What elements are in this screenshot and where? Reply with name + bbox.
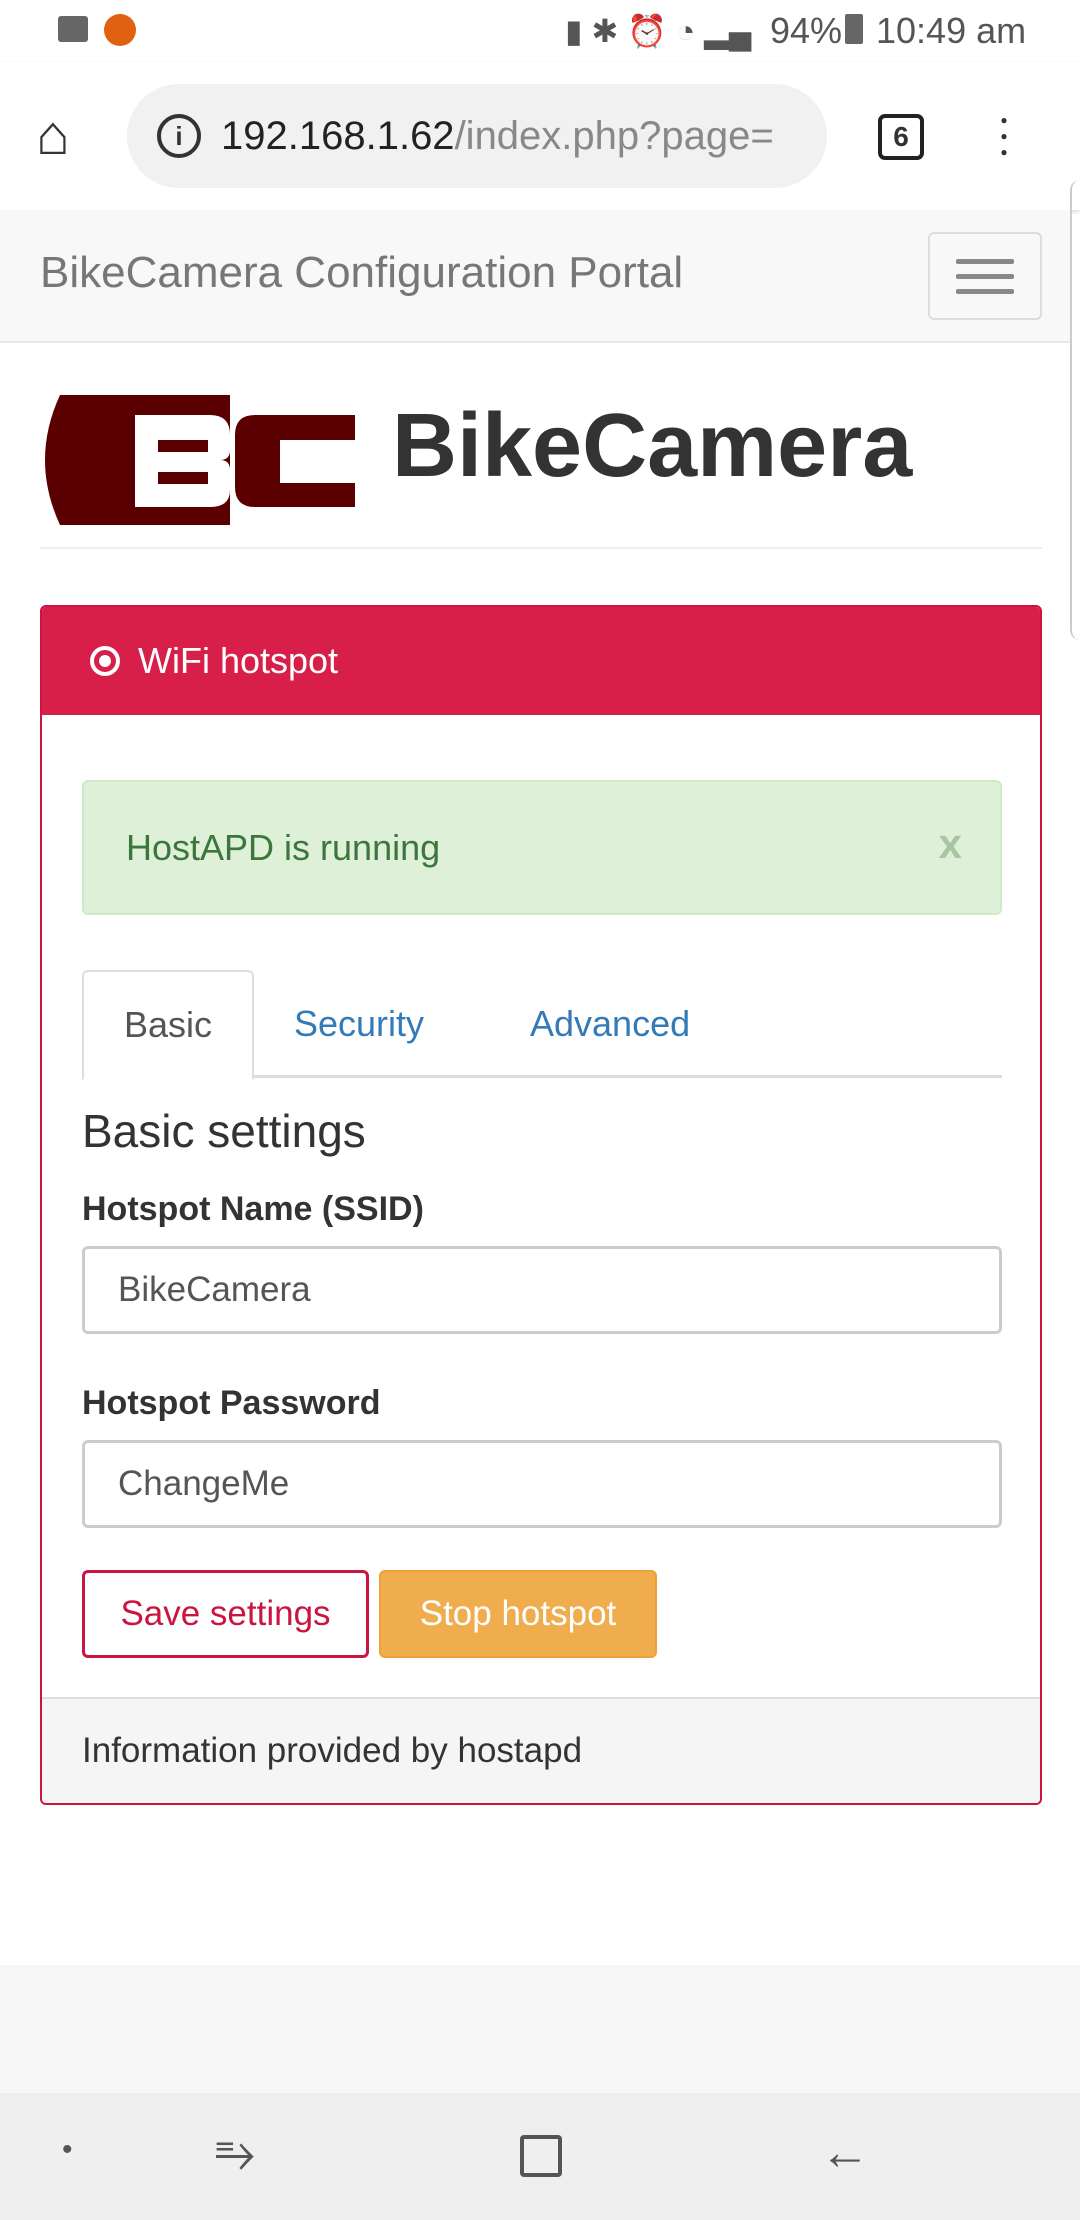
divider <box>40 547 1042 549</box>
status-alert: HostAPD is running x <box>82 780 1002 915</box>
clock: 10:49 am <box>876 10 1027 51</box>
battery-icon <box>845 14 863 44</box>
tab-advanced[interactable]: Advanced <box>490 970 730 1078</box>
browser-toolbar: ⌂ i 192.168.1.62/index.php?page= 6 ● ● ● <box>0 62 1080 210</box>
ssid-input[interactable]: BikeCamera <box>82 1246 1002 1334</box>
gallery-icon <box>58 16 88 42</box>
scrollbar[interactable] <box>1070 180 1080 640</box>
dot-circle-icon <box>90 646 120 676</box>
menu-icon[interactable]: ● ● ● <box>994 112 1014 160</box>
navbar-toggle-button[interactable] <box>928 232 1042 320</box>
back-icon[interactable]: ← <box>820 2123 870 2181</box>
panel-heading-text: WiFi hotspot <box>138 640 339 681</box>
page-footer-area <box>0 1965 1080 2093</box>
bikecamera-logo <box>45 395 355 525</box>
address-bar[interactable]: i 192.168.1.62/index.php?page= <box>127 84 827 188</box>
tab-security[interactable]: Security <box>254 970 464 1078</box>
url-host: 192.168.1.62 <box>221 113 455 158</box>
navbar-brand[interactable]: BikeCamera Configuration Portal <box>40 248 683 298</box>
home-icon[interactable]: ⌂ <box>36 102 70 167</box>
save-settings-button[interactable]: Save settings <box>82 1570 369 1658</box>
section-title: Basic settings <box>82 1105 366 1157</box>
ssid-label: Hotspot Name (SSID) <box>82 1190 424 1228</box>
alert-close-button[interactable]: x <box>939 820 962 868</box>
system-icons: ▮ ✱ ⏰ ◔ ▂▄ <box>565 13 752 49</box>
home-nav-icon[interactable] <box>520 2135 562 2177</box>
tab-basic[interactable]: Basic <box>82 970 254 1081</box>
url-path: /index.php?page= <box>454 113 774 158</box>
page-title: BikeCamera <box>392 396 913 496</box>
system-nav-bar: • ⥱ ← <box>0 2093 1080 2220</box>
battery-percent: 94% <box>770 10 843 51</box>
tab-switcher-button[interactable]: 6 <box>878 114 924 160</box>
recents-icon[interactable]: ⥱ <box>215 2123 255 2182</box>
stop-hotspot-button[interactable]: Stop hotspot <box>379 1570 657 1658</box>
status-bar: ▮ ✱ ⏰ ◔ ▂▄ 94% 10:49 am <box>0 0 1080 62</box>
wifi-hotspot-panel: WiFi hotspot HostAPD is running x Basic … <box>40 605 1042 1805</box>
panel-footer: Information provided by hostapd <box>42 1697 1040 1803</box>
panel-heading: WiFi hotspot <box>42 607 1040 715</box>
info-icon[interactable]: i <box>157 114 201 158</box>
settings-tabs: Basic Security Advanced <box>82 970 1002 1081</box>
password-input[interactable]: ChangeMe <box>82 1440 1002 1528</box>
alert-text: HostAPD is running <box>126 826 441 868</box>
clock-app-icon <box>104 14 136 46</box>
nav-dot-icon[interactable]: • <box>62 2133 73 2167</box>
password-label: Hotspot Password <box>82 1384 381 1422</box>
navbar: BikeCamera Configuration Portal <box>0 210 1070 343</box>
